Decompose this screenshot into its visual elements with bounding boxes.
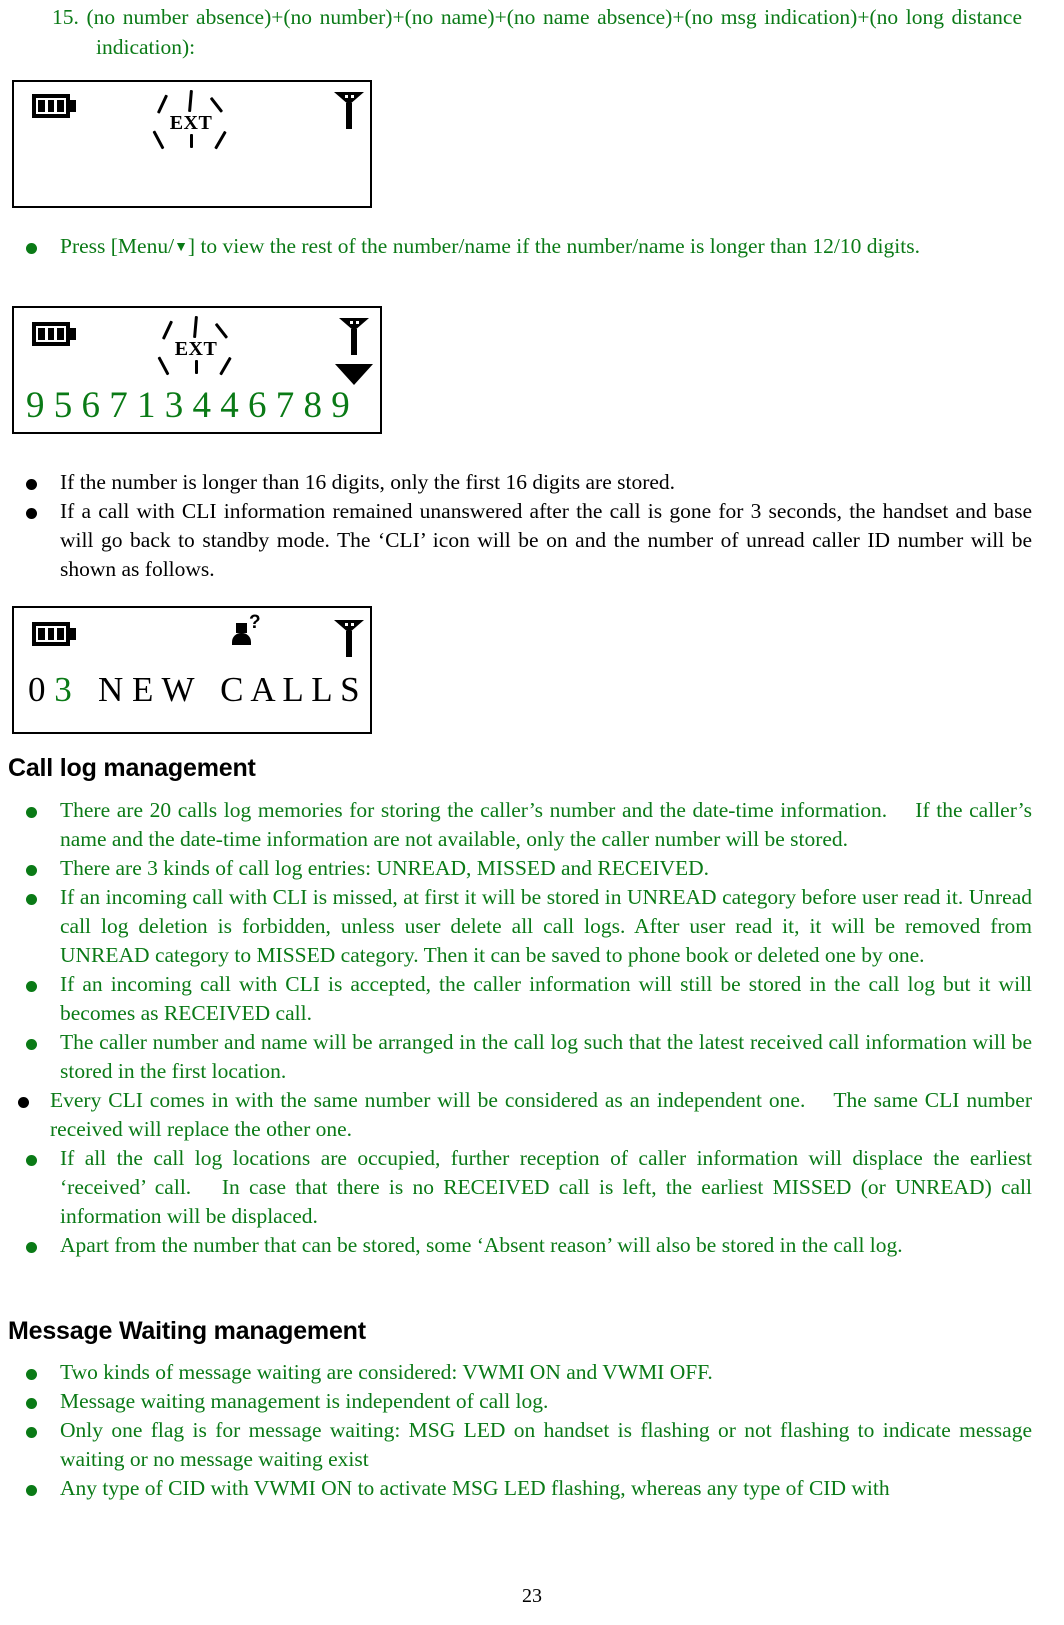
page-number: 23 (522, 1585, 542, 1607)
bullet-text: There are 3 kinds of call log entries: U… (60, 856, 710, 880)
battery-icon (32, 322, 78, 346)
ext-flashing-indicator: EXT (139, 89, 243, 156)
bullet-list-call-log: There are 20 calls log memories for stor… (12, 796, 1032, 1260)
bullet-text: There are 20 calls log memories for stor… (60, 798, 1032, 851)
bullet-item-absent-reason: Apart from the number that can be stored… (12, 1231, 1032, 1260)
battery-icon (32, 94, 78, 118)
antenna-icon (334, 92, 364, 130)
bullet-marker (26, 883, 44, 912)
bullet-text-prefix: Press [Menu/ (60, 234, 175, 258)
bullet-list-message-waiting: Two kinds of message waiting are conside… (12, 1358, 1032, 1503)
page-heading-call-log: Call log management (8, 754, 256, 782)
down-triangle-icon (335, 364, 373, 385)
page-heading-message-waiting: Message Waiting management (8, 1317, 366, 1345)
bullet-list-storage-notes: If the number is longer than 16 digits, … (12, 468, 1032, 584)
cli-unread-caller-icon: ? (230, 613, 264, 648)
bullet-item-same-number: Every CLI comes in with the same number … (12, 1086, 1032, 1144)
bullet-text: Message waiting management is independen… (60, 1389, 549, 1413)
antenna-icon (334, 620, 364, 658)
paragraph-text: (no number absence)+(no number)+(no name… (86, 5, 1022, 59)
bullet-list-menu: Press [Menu/▼] to view the rest of the n… (12, 232, 1032, 261)
bullet-item-3-kinds: There are 3 kinds of call log entries: U… (12, 854, 1032, 883)
bullet-marker (26, 1387, 44, 1416)
bullet-text: Two kinds of message waiting are conside… (60, 1360, 713, 1384)
lcd-count-black: 0 (28, 670, 46, 709)
ext-label: EXT (169, 112, 213, 134)
numbered-paragraph: 15. (no number absence)+(no number)+(no … (52, 2, 1022, 62)
bullet-text: If the number is longer than 16 digits, … (60, 470, 676, 494)
bullet-item-accepted-received: If an incoming call with CLI is accepted… (12, 970, 1032, 1028)
bullet-marker (18, 1086, 36, 1115)
lcd-number-line: 9 5 6 7 1 3 4 4 6 7 8 9 (26, 385, 350, 426)
bullet-marker (26, 1474, 44, 1503)
bullet-item-missed-unread: If an incoming call with CLI is missed, … (12, 883, 1032, 970)
bullet-item-cid-vwmi: Any type of CID with VWMI ON to activate… (12, 1474, 1032, 1503)
bullet-text-suffix: ] to view the rest of the number/name if… (187, 234, 920, 258)
antenna-icon (339, 318, 369, 356)
bullet-item-cli-unanswered: If a call with CLI information remained … (12, 497, 1032, 584)
ext-flashing-indicator: EXT (144, 315, 248, 382)
bullet-text: If a call with CLI information remained … (60, 499, 1032, 581)
lcd-count-green: 3 (54, 670, 72, 709)
bullet-item-msg-led-flag: Only one flag is for message waiting: MS… (12, 1416, 1032, 1474)
lcd-new-calls-line: 0 3 N E W C A L L S (14, 670, 370, 710)
bullet-text: Every CLI comes in with the same number … (50, 1088, 1032, 1141)
bullet-text: Only one flag is for message waiting: MS… (60, 1418, 1032, 1471)
bullet-marker (26, 497, 44, 526)
bullet-text: Apart from the number that can be stored… (60, 1233, 903, 1257)
lcd-display-1: EXT (12, 80, 372, 208)
bullet-marker (26, 1231, 44, 1260)
bullet-item-independent: Message waiting management is independen… (12, 1387, 1032, 1416)
paragraph-number: 15. (52, 5, 79, 29)
bullet-marker (26, 854, 44, 883)
bullet-text: Any type of CID with VWMI ON to activate… (60, 1476, 890, 1500)
bullet-item-press-menu: Press [Menu/▼] to view the rest of the n… (12, 232, 1032, 261)
bullet-marker (26, 1028, 44, 1057)
bullet-item-20-memories: There are 20 calls log memories for stor… (12, 796, 1032, 854)
bullet-text: If all the call log locations are occupi… (60, 1146, 1032, 1228)
menu-down-arrow-icon: ▼ (174, 240, 188, 255)
bullet-marker (26, 1358, 44, 1387)
bullet-marker (26, 1416, 44, 1445)
bullet-text: If an incoming call with CLI is missed, … (60, 885, 1032, 967)
bullet-item-two-kinds: Two kinds of message waiting are conside… (12, 1358, 1032, 1387)
document-page: 15. (no number absence)+(no number)+(no … (0, 0, 1064, 1625)
lcd-display-3: ? 0 3 N E W C A L L S (12, 606, 372, 734)
bullet-marker (26, 1144, 44, 1173)
bullet-text: If an incoming call with CLI is accepted… (60, 972, 1032, 1025)
battery-icon (32, 622, 78, 646)
bullet-marker (26, 796, 44, 825)
ext-label: EXT (174, 338, 218, 360)
bullet-item-displacement: If all the call log locations are occupi… (12, 1144, 1032, 1231)
bullet-item-arrangement: The caller number and name will be arran… (12, 1028, 1032, 1086)
lcd-display-2: EXT 9 5 6 7 1 3 4 4 6 7 8 9 (12, 306, 382, 434)
lcd-new-calls-text: N E W C A L L S (98, 670, 360, 709)
bullet-marker (26, 468, 44, 497)
bullet-marker (26, 970, 44, 999)
bullet-marker (26, 232, 44, 261)
bullet-text: The caller number and name will be arran… (60, 1030, 1032, 1083)
bullet-item-16-digits: If the number is longer than 16 digits, … (12, 468, 1032, 497)
